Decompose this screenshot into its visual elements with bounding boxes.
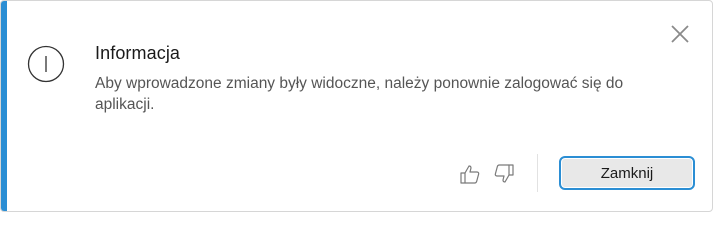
info-dialog: Informacja Aby wprowadzone zmiany były w… [0,0,713,212]
close-icon [670,24,690,49]
close-button[interactable]: Zamknij [559,156,695,190]
thumbs-up-icon[interactable] [459,163,481,185]
thumbs-down-icon[interactable] [493,163,515,185]
accent-bar [1,1,7,211]
footer-divider [537,154,538,192]
dialog-message: Aby wprowadzone zmiany były widoczne, na… [95,75,624,113]
dialog-title: Informacja [95,43,181,63]
info-icon [27,45,65,83]
close-x-button[interactable] [665,21,695,51]
